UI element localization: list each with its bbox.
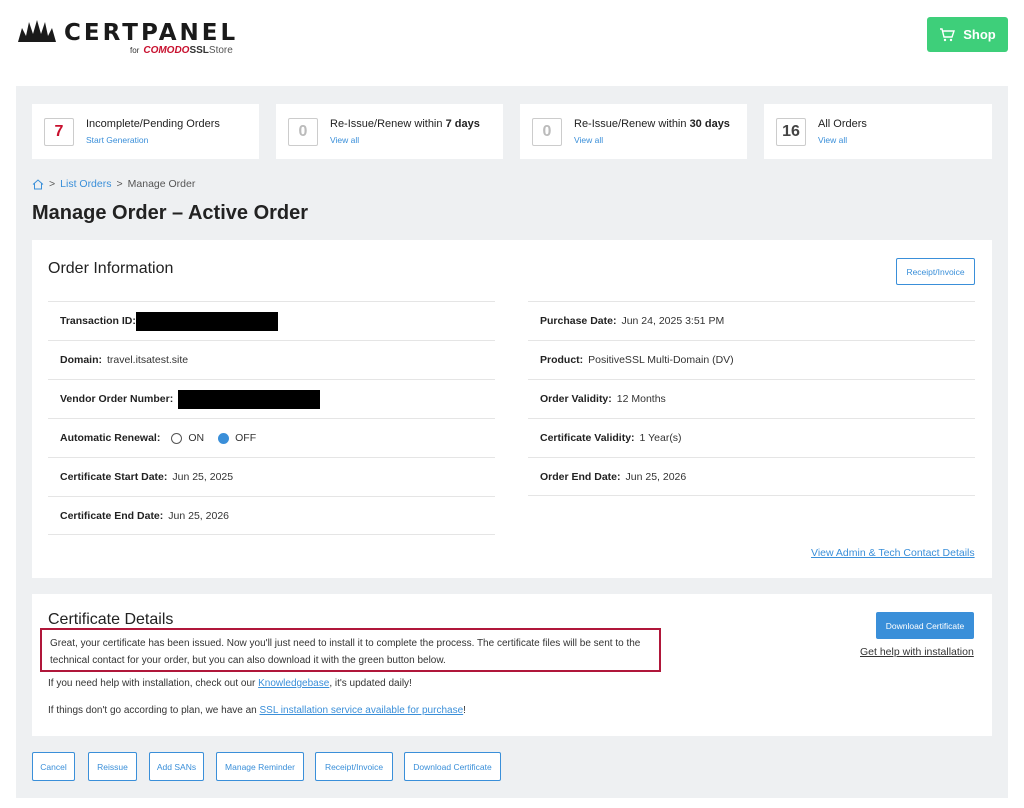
stat-link[interactable]: View all — [574, 135, 603, 145]
breadcrumb-separator: > — [116, 178, 123, 190]
certificate-start-row: Certificate Start Date: Jun 25, 2025 — [48, 457, 495, 496]
stat-count: 7 — [44, 118, 74, 146]
cancel-button[interactable]: Cancel — [32, 752, 75, 781]
reissue-button[interactable]: Reissue — [88, 752, 137, 781]
breadcrumb-list-orders[interactable]: List Orders — [60, 178, 111, 190]
stat-pending-orders[interactable]: 7 Incomplete/Pending Orders Start Genera… — [32, 104, 259, 159]
renewal-on-radio[interactable] — [171, 432, 183, 444]
breadcrumb: > List Orders > Manage Order — [32, 178, 195, 190]
header: CERTPANEL for COMODOSSLStore Shop — [0, 0, 1024, 86]
certificate-end-row: Certificate End Date: Jun 25, 2026 — [48, 496, 495, 535]
renewal-off-radio[interactable] — [218, 432, 230, 444]
order-information-card: Order Information Receipt/Invoice Transa… — [32, 240, 992, 578]
breadcrumb-separator: > — [49, 178, 56, 190]
installation-help-link[interactable]: Get help with installation — [860, 646, 974, 658]
receipt-invoice-bottom-button[interactable]: Receipt/Invoice — [315, 752, 393, 781]
download-certificate-button[interactable]: Download Certificate — [876, 612, 974, 639]
installation-service-link[interactable]: SSL installation service available for p… — [260, 705, 464, 716]
page-title: Manage Order – Active Order — [32, 202, 309, 224]
shop-label: Shop — [963, 27, 996, 42]
redacted-value — [135, 311, 278, 331]
stat-count: 16 — [776, 118, 806, 146]
logo-subtitle: for COMODOSSLStore — [130, 45, 233, 56]
knowledgebase-line: If you need help with installation, chec… — [48, 678, 412, 689]
stat-count: 0 — [532, 118, 562, 146]
order-information-title: Order Information — [48, 260, 174, 277]
logo-mark-icon — [18, 20, 56, 42]
domain-row: Domain: travel.itsatest.site — [48, 340, 495, 379]
admin-tech-contact-link[interactable]: View Admin & Tech Contact Details — [811, 547, 975, 559]
purchase-date-row: Purchase Date: Jun 24, 2025 3:51 PM — [528, 301, 975, 340]
stat-link[interactable]: Start Generation — [86, 135, 148, 145]
order-validity-row: Order Validity: 12 Months — [528, 379, 975, 418]
certificate-validity-row: Certificate Validity: 1 Year(s) — [528, 418, 975, 457]
stat-title: Re-Issue/Renew within 7 days — [330, 118, 480, 130]
home-icon[interactable] — [32, 178, 44, 190]
main-content: 7 Incomplete/Pending Orders Start Genera… — [16, 86, 1008, 798]
order-end-row: Order End Date: Jun 25, 2026 — [528, 457, 975, 496]
shop-button[interactable]: Shop — [927, 17, 1008, 52]
receipt-invoice-button[interactable]: Receipt/Invoice — [896, 258, 975, 285]
stat-link[interactable]: View all — [818, 135, 847, 145]
stat-title: Re-Issue/Renew within 30 days — [574, 118, 730, 130]
vendor-order-row: Vendor Order Number: — [48, 379, 495, 418]
stat-all-orders[interactable]: 16 All Orders View all — [764, 104, 992, 159]
stat-title: Incomplete/Pending Orders — [86, 118, 220, 130]
transaction-id-row: Transaction ID: — [48, 301, 495, 340]
download-certificate-bottom-button[interactable]: Download Certificate — [404, 752, 501, 781]
logo-text: CERTPANEL — [64, 20, 239, 46]
stat-count: 0 — [288, 118, 318, 146]
knowledgebase-link[interactable]: Knowledgebase — [258, 678, 329, 689]
add-sans-button[interactable]: Add SANs — [149, 752, 204, 781]
certificate-details-card: Certificate Details Great, your certific… — [32, 594, 992, 736]
automatic-renewal-row: Automatic Renewal: ON OFF — [48, 418, 495, 457]
stat-link[interactable]: View all — [330, 135, 359, 145]
product-row: Product: PositiveSSL Multi-Domain (DV) — [528, 340, 975, 379]
certificate-details-title: Certificate Details — [48, 611, 174, 628]
cart-icon — [940, 27, 956, 41]
installation-service-line: If things don't go according to plan, we… — [48, 705, 466, 716]
breadcrumb-current: Manage Order — [127, 178, 196, 190]
redacted-value — [178, 389, 321, 409]
manage-reminder-button[interactable]: Manage Reminder — [216, 752, 304, 781]
stat-renew-30-days[interactable]: 0 Re-Issue/Renew within 30 days View all — [520, 104, 747, 159]
certificate-issued-message: Great, your certificate has been issued.… — [40, 628, 661, 672]
stat-renew-7-days[interactable]: 0 Re-Issue/Renew within 7 days View all — [276, 104, 503, 159]
stat-title: All Orders — [818, 118, 867, 130]
